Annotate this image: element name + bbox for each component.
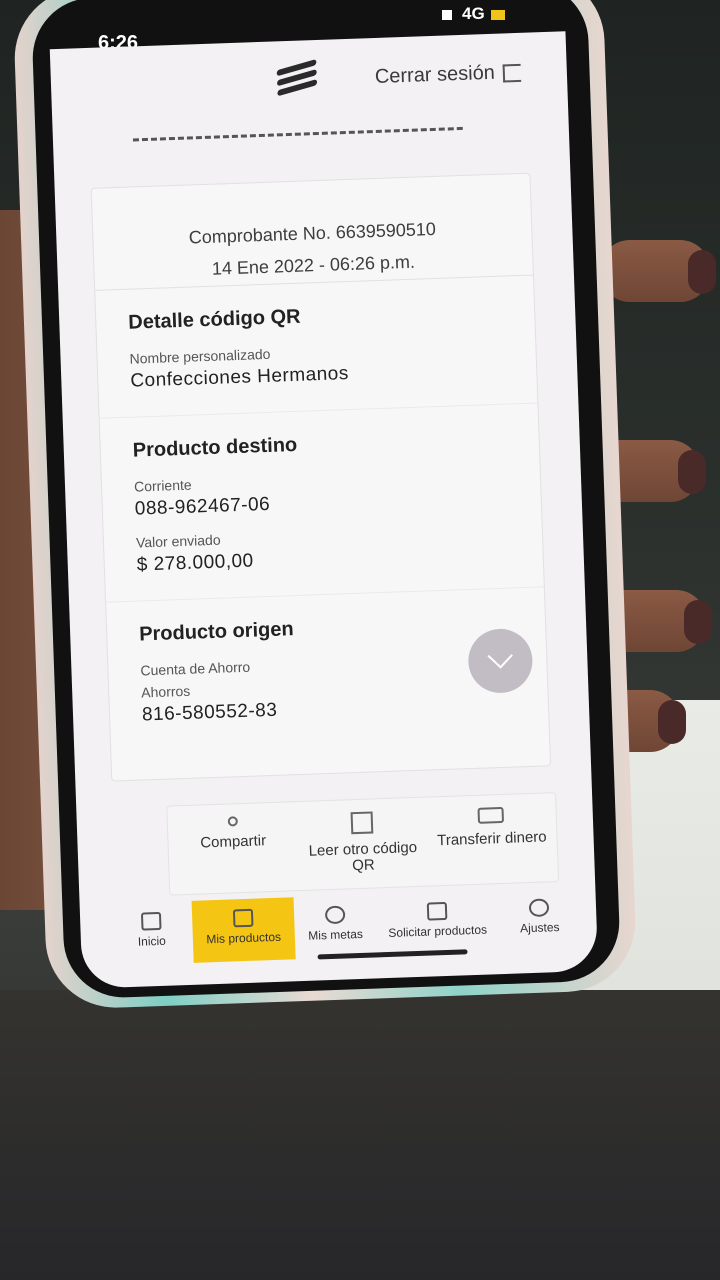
- target-icon: [324, 905, 346, 925]
- share-button[interactable]: Compartir: [167, 802, 299, 894]
- origin-title: Producto origen: [138, 618, 294, 646]
- top-bar: Cerrar sesión: [50, 45, 568, 123]
- share-icon: [227, 816, 238, 827]
- scan-qr-button[interactable]: Leer otro código QR: [297, 798, 429, 890]
- tab-mis-productos[interactable]: Mis productos: [191, 897, 296, 963]
- qr-detail-title: Detalle código QR: [127, 305, 301, 334]
- tab-label: Ajustes: [519, 920, 560, 936]
- receipt-card: Comprobante No. 6639590510 14 Ene 2022 -…: [90, 172, 552, 782]
- action-bar: Compartir Leer otro código QR Transferir…: [166, 792, 560, 896]
- tab-label: Mis productos: [206, 929, 282, 947]
- gear-icon: [528, 898, 550, 918]
- money-icon: [477, 806, 505, 824]
- tab-inicio[interactable]: Inicio: [110, 901, 194, 966]
- logout-button[interactable]: Cerrar sesión: [374, 61, 522, 89]
- tab-label: Inicio: [137, 933, 167, 949]
- transfer-label: Transferir dinero: [436, 828, 547, 850]
- fingernail: [658, 700, 686, 744]
- qr-detail-section: Detalle código QR Nombre personalizado C…: [95, 275, 538, 419]
- tab-mis-metas[interactable]: Mis metas: [293, 894, 377, 959]
- receipt-header: Comprobante No. 6639590510 14 Ene 2022 -…: [91, 173, 533, 291]
- bank-logo-icon: [276, 59, 318, 105]
- fingernail: [684, 600, 712, 644]
- destination-title: Producto destino: [132, 433, 298, 462]
- logout-label: Cerrar sesión: [374, 61, 496, 88]
- destination-section: Producto destino Corriente 088-962467-06…: [99, 403, 544, 603]
- tab-label: Solicitar productos: [388, 922, 488, 941]
- app-screen: Cerrar sesión Comprobante No. 6639590510…: [49, 31, 599, 989]
- status-network: 4G: [442, 4, 505, 24]
- fingernail: [688, 250, 716, 294]
- finger: [600, 240, 716, 302]
- network-label: 4G: [462, 4, 485, 23]
- qr-code-icon: [350, 811, 374, 835]
- background-floor: [0, 990, 720, 1280]
- signal-icon: [442, 9, 452, 20]
- tab-solicitar-productos[interactable]: Solicitar productos: [375, 890, 500, 956]
- tab-label: Mis metas: [308, 926, 364, 943]
- share-label: Compartir: [199, 832, 267, 852]
- logout-icon: [502, 63, 522, 83]
- tab-ajustes[interactable]: Ajustes: [498, 887, 582, 952]
- card-icon: [232, 908, 254, 928]
- home-icon: [140, 911, 162, 931]
- cart-icon: [426, 901, 448, 921]
- transfer-button[interactable]: Transferir dinero: [426, 793, 558, 885]
- truncated-heading: [132, 126, 463, 145]
- fingernail: [678, 450, 706, 494]
- scan-qr-label: Leer otro código QR: [308, 838, 418, 875]
- battery-icon: [490, 9, 505, 20]
